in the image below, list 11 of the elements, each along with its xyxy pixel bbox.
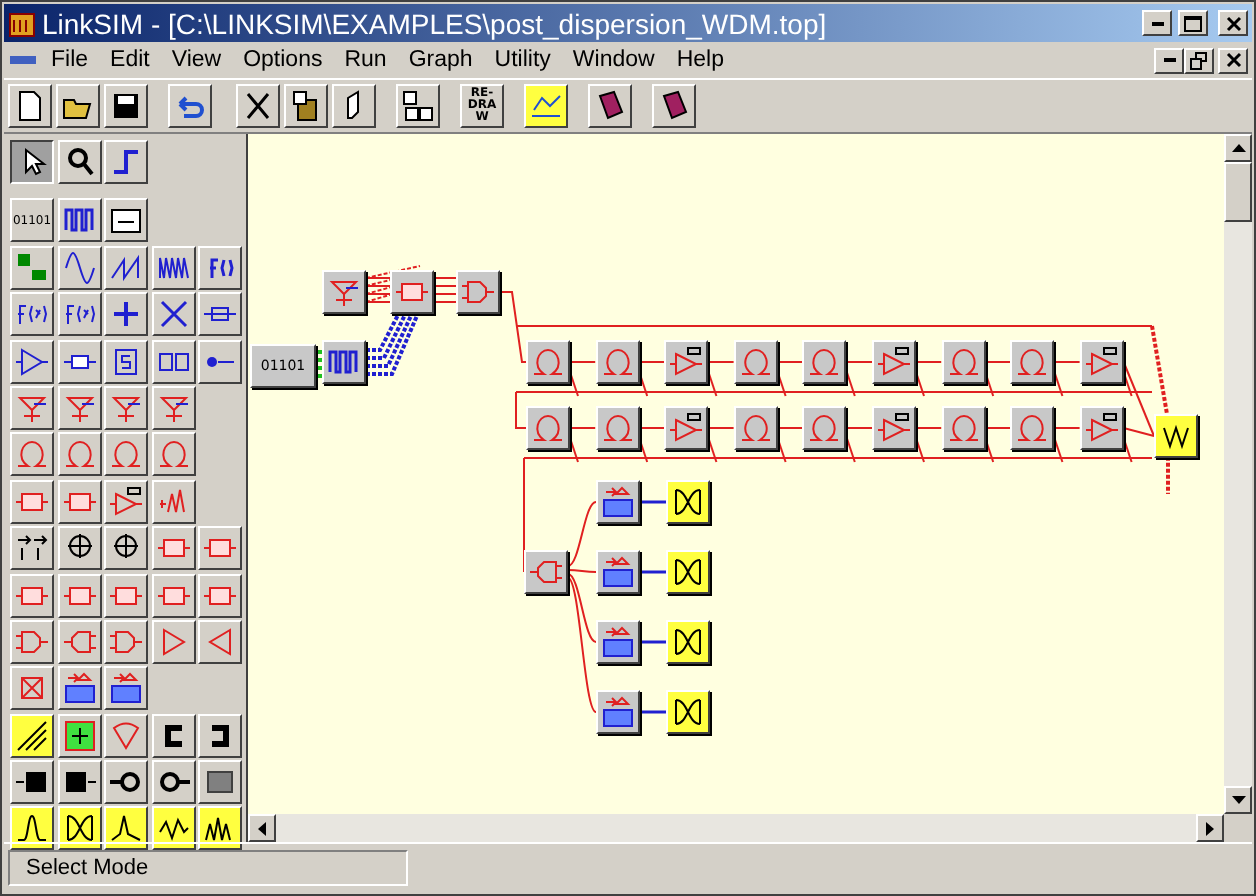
menu-item[interactable]: View xyxy=(160,48,233,72)
status-text: Select Mode xyxy=(8,850,408,886)
menu-item[interactable]: Window xyxy=(561,48,666,72)
menu-item[interactable]: Options xyxy=(232,48,334,72)
menu-item[interactable]: Run xyxy=(333,48,398,72)
menu-item[interactable]: File xyxy=(40,48,100,72)
menu-item[interactable]: Help xyxy=(665,48,735,72)
menu-item[interactable]: Graph xyxy=(397,48,484,72)
menu-item[interactable]: Utility xyxy=(483,48,562,72)
window-title: LinkSIM - [C:\LINKSIM\EXAMPLES\post_dispersion_WDM.top] xyxy=(42,7,829,39)
menu-item[interactable]: Edit xyxy=(99,48,161,72)
